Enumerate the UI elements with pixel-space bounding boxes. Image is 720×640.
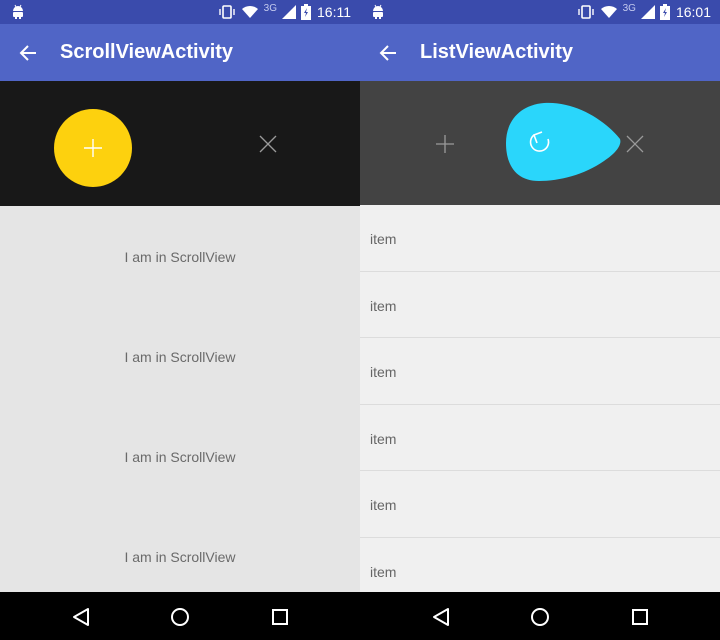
close-icon[interactable] bbox=[624, 133, 646, 155]
nav-home-icon[interactable] bbox=[527, 604, 553, 630]
signal-icon bbox=[282, 5, 296, 19]
page-title: ListViewActivity bbox=[420, 41, 574, 63]
status-bar: 3G 16:11 bbox=[0, 0, 360, 24]
scroll-item-text: I am in ScrollView bbox=[124, 449, 236, 465]
vibrate-icon bbox=[218, 5, 236, 19]
scroll-item-text: I am in ScrollView bbox=[124, 349, 236, 365]
battery-charging-icon bbox=[659, 4, 670, 20]
close-icon[interactable] bbox=[257, 133, 279, 155]
status-time: 16:11 bbox=[317, 4, 351, 20]
arrow-back-icon[interactable] bbox=[374, 39, 402, 67]
list-item-label: item bbox=[370, 563, 397, 580]
battery-charging-icon bbox=[301, 4, 311, 20]
wifi-icon bbox=[600, 5, 618, 19]
list-item[interactable]: item bbox=[360, 272, 720, 338]
plus-icon[interactable] bbox=[433, 132, 457, 156]
arrow-back-icon[interactable] bbox=[14, 39, 42, 67]
nav-bar bbox=[360, 592, 720, 640]
list-item[interactable]: item bbox=[360, 471, 720, 538]
scroll-view[interactable]: I am in ScrollView I am in ScrollView I … bbox=[0, 206, 360, 592]
refresh-blob-button[interactable] bbox=[504, 101, 622, 183]
right-screen: 3G 16:01 ListViewActivity item item item… bbox=[360, 0, 720, 640]
plus-icon bbox=[84, 139, 102, 157]
status-time: 16:01 bbox=[675, 4, 711, 20]
nav-back-icon[interactable] bbox=[68, 604, 94, 630]
app-bar: ListViewActivity bbox=[360, 24, 720, 81]
nav-recents-icon[interactable] bbox=[267, 604, 293, 630]
app-bar: ScrollViewActivity bbox=[0, 24, 360, 81]
list-item[interactable]: item bbox=[360, 405, 720, 471]
list-item-label: item bbox=[370, 430, 397, 447]
network-type-label: 3G bbox=[622, 2, 636, 14]
list-item[interactable]: item bbox=[360, 205, 720, 272]
scroll-item-text: I am in ScrollView bbox=[124, 549, 236, 565]
scroll-item-text: I am in ScrollView bbox=[124, 249, 236, 265]
list-view[interactable]: item item item item item item bbox=[360, 205, 720, 592]
list-item-label: item bbox=[370, 231, 397, 247]
list-item-label: item bbox=[370, 297, 397, 314]
page-title: ScrollViewActivity bbox=[60, 41, 234, 63]
status-bar: 3G 16:01 bbox=[360, 0, 720, 24]
nav-bar bbox=[0, 592, 360, 640]
add-fab-button[interactable] bbox=[54, 109, 132, 187]
list-item-label: item bbox=[370, 364, 397, 380]
list-item[interactable]: item bbox=[360, 338, 720, 405]
nav-home-icon[interactable] bbox=[167, 604, 193, 630]
left-screen: 3G 16:11 ScrollViewActivity I am in Scro… bbox=[0, 0, 360, 640]
android-icon bbox=[373, 4, 383, 19]
vibrate-icon bbox=[577, 5, 595, 19]
android-icon bbox=[13, 4, 23, 19]
network-type-label: 3G bbox=[263, 2, 277, 14]
header-panel bbox=[0, 81, 360, 206]
header-panel bbox=[360, 81, 720, 205]
list-item-label: item bbox=[370, 497, 397, 513]
signal-icon bbox=[640, 5, 655, 19]
nav-recents-icon[interactable] bbox=[627, 604, 653, 630]
nav-back-icon[interactable] bbox=[428, 604, 454, 630]
list-item[interactable]: item bbox=[360, 538, 720, 593]
wifi-icon bbox=[241, 5, 259, 19]
